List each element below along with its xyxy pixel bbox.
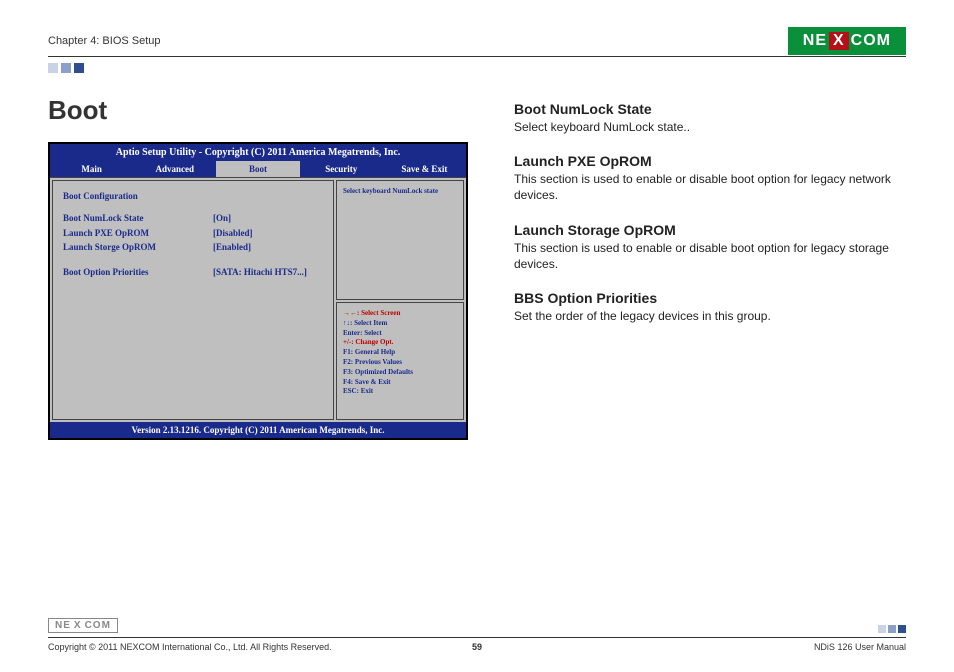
right-column: Boot NumLock State Select keyboard NumLo… <box>514 95 906 440</box>
bios-option-value: [On] <box>213 211 231 225</box>
footer-rule <box>48 637 906 638</box>
bios-option-row[interactable]: Boot NumLock State [On] <box>63 211 323 225</box>
legend-line: +/-: Change Opt. <box>343 338 457 348</box>
logo-text-x: X <box>829 32 849 50</box>
decor-squares-footer <box>878 625 906 633</box>
bios-screenshot: Aptio Setup Utility - Copyright (C) 2011… <box>48 142 468 440</box>
bios-body: Boot Configuration Boot NumLock State [O… <box>50 177 466 422</box>
bios-option-value: [Enabled] <box>213 240 251 254</box>
square-icon <box>878 625 886 633</box>
bios-tabbar: Main Advanced Boot Security Save & Exit <box>50 161 466 177</box>
bios-option-row[interactable]: Launch PXE OpROM [Disabled] <box>63 226 323 240</box>
section-heading: BBS Option Priorities <box>514 290 906 306</box>
section-text: This section is used to enable or disabl… <box>514 240 906 272</box>
square-icon <box>74 63 84 73</box>
chapter-label: Chapter 4: BIOS Setup <box>48 35 161 47</box>
nexcom-logo-small: NE X COM <box>48 618 118 633</box>
left-column: Boot Aptio Setup Utility - Copyright (C)… <box>48 95 478 440</box>
footer-manual: NDiS 126 User Manual <box>586 642 906 652</box>
bios-option-value: [Disabled] <box>213 226 253 240</box>
bios-option-key: Boot NumLock State <box>63 211 213 225</box>
footer-copyright: Copyright © 2011 NEXCOM International Co… <box>48 642 368 652</box>
section-text: This section is used to enable or disabl… <box>514 171 906 203</box>
legend-line: F2: Previous Values <box>343 358 457 368</box>
legend-line: F4: Save & Exit <box>343 378 457 388</box>
nexcom-logo: NE X COM <box>788 27 906 55</box>
page-footer: NE X COM Copyright © 2011 NEXCOM Interna… <box>48 618 906 652</box>
bios-option-key: Boot Option Priorities <box>63 265 213 279</box>
bios-option-value: [SATA: Hitachi HTS7...] <box>213 265 307 279</box>
bios-option-row[interactable]: Boot Option Priorities [SATA: Hitachi HT… <box>63 265 323 279</box>
logo-text-pre: NE <box>55 620 71 631</box>
square-icon <box>888 625 896 633</box>
section-heading: Launch PXE OpROM <box>514 153 906 169</box>
content-columns: Boot Aptio Setup Utility - Copyright (C)… <box>48 95 906 440</box>
bios-tab-main[interactable]: Main <box>50 161 133 177</box>
legend-line: F3: Optimized Defaults <box>343 368 457 378</box>
section-text: Select keyboard NumLock state.. <box>514 119 906 135</box>
legend-line: F1: General Help <box>343 348 457 358</box>
section-text: Set the order of the legacy devices in t… <box>514 308 906 324</box>
legend-line: Enter: Select <box>343 329 457 339</box>
logo-text-x: X <box>72 620 84 631</box>
legend-line: ↑↓: Select Item <box>343 319 457 329</box>
logo-text-post: COM <box>851 32 891 50</box>
page-number: 59 <box>472 642 482 652</box>
legend-line: →←: Select Screen <box>343 309 457 319</box>
bios-help-text: Select keyboard NumLock state <box>336 180 464 300</box>
bios-option-row[interactable]: Launch Storge OpROM [Enabled] <box>63 240 323 254</box>
bios-main-panel: Boot Configuration Boot NumLock State [O… <box>52 180 334 420</box>
header-rule <box>48 56 906 57</box>
section-heading: Boot NumLock State <box>514 101 906 117</box>
footer-row: Copyright © 2011 NEXCOM International Co… <box>48 642 906 652</box>
section-heading: Launch Storage OpROM <box>514 222 906 238</box>
bios-key-legend: →←: Select Screen ↑↓: Select Item Enter:… <box>336 302 464 420</box>
legend-line: ESC: Exit <box>343 387 457 397</box>
page: Chapter 4: BIOS Setup NE X COM Boot Apti… <box>0 0 954 672</box>
page-header: Chapter 4: BIOS Setup NE X COM <box>48 28 906 54</box>
square-icon <box>898 625 906 633</box>
square-icon <box>48 63 58 73</box>
bios-tab-security[interactable]: Security <box>300 161 383 177</box>
page-title: Boot <box>48 95 478 126</box>
square-icon <box>61 63 71 73</box>
bios-tab-boot[interactable]: Boot <box>216 161 299 177</box>
bios-section-header: Boot Configuration <box>63 189 323 203</box>
logo-text-post: COM <box>85 620 111 631</box>
bios-option-key: Launch Storge OpROM <box>63 240 213 254</box>
bios-tab-advanced[interactable]: Advanced <box>133 161 216 177</box>
logo-text-pre: NE <box>803 32 827 50</box>
bios-tab-saveexit[interactable]: Save & Exit <box>383 161 466 177</box>
bios-option-key: Launch PXE OpROM <box>63 226 213 240</box>
spacer <box>63 255 323 265</box>
bios-titlebar: Aptio Setup Utility - Copyright (C) 2011… <box>50 144 466 161</box>
bios-side-panel: Select keyboard NumLock state →←: Select… <box>336 180 464 420</box>
bios-footer: Version 2.13.1216. Copyright (C) 2011 Am… <box>50 422 466 438</box>
decor-squares <box>48 63 906 73</box>
